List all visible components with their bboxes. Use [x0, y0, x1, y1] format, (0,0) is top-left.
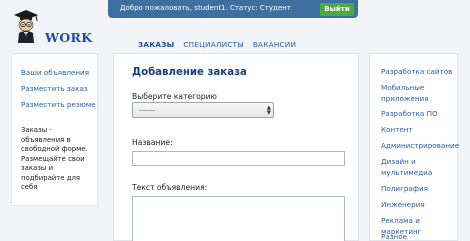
welcome-bar: Добро пожаловать, student1. Статус: Студ…	[108, 0, 358, 18]
sidebar-link-post-resume[interactable]: Разместить резюме	[21, 100, 96, 109]
category-label: Выберите категорию	[132, 92, 217, 101]
site-logo[interactable]: WORK	[10, 8, 92, 46]
tab-orders[interactable]: ЗАКАЗЫ	[138, 40, 174, 52]
page-title: Добавление заказа	[132, 67, 247, 78]
category-link-content[interactable]: Контент	[381, 125, 457, 136]
category-link-printing[interactable]: Полиграфия	[381, 184, 457, 195]
main-nav: ЗАКАЗЫ СПЕЦИАЛИСТЫ ВАКАНСИИ	[138, 40, 296, 52]
category-link-software-dev[interactable]: Разработка ПО	[381, 109, 457, 120]
logout-button[interactable]: Выйти	[320, 3, 354, 16]
sidebar-note: Заказы - объявления в свободной форме. Р…	[21, 126, 88, 191]
sidebar-link-my-ads[interactable]: Ваши объявления	[21, 68, 89, 77]
category-selected-value: -------	[139, 106, 156, 114]
order-form-panel: Добавление заказа Выберите категорию ---…	[113, 53, 359, 241]
ad-text-label: Текст объявления:	[132, 183, 208, 192]
category-select[interactable]: ------- ▲ ▼	[132, 102, 274, 118]
name-label: Название:	[132, 138, 173, 147]
sidebar-link-post-order[interactable]: Разместить заказ	[21, 84, 88, 93]
category-link-administration[interactable]: Администрирование	[381, 141, 459, 152]
welcome-text: Добро пожаловать, student1. Статус: Студ…	[120, 4, 291, 12]
category-link-misc[interactable]: Разное	[381, 232, 457, 241]
chevron-updown-icon: ▲ ▼	[266, 105, 271, 116]
name-input[interactable]	[132, 151, 345, 166]
right-sidebar: Разработка сайтов Мобильные приложения Р…	[369, 53, 459, 241]
category-link-design-multimedia[interactable]: Дизайн и мультимедиа	[381, 157, 457, 178]
left-sidebar: Ваши объявления Разместить заказ Размест…	[11, 53, 98, 206]
tab-vacancies[interactable]: ВАКАНСИИ	[253, 40, 296, 52]
category-link-mobile-apps[interactable]: Мобильные приложения	[381, 83, 457, 104]
ad-text-textarea[interactable]	[132, 196, 345, 241]
category-link-web-dev[interactable]: Разработка сайтов	[381, 67, 457, 78]
tab-specialists[interactable]: СПЕЦИАЛИСТЫ	[183, 40, 243, 52]
category-link-engineering[interactable]: Инженерия	[381, 200, 457, 211]
logo-text: WORK	[45, 30, 93, 45]
student-mascot-icon	[14, 10, 38, 43]
